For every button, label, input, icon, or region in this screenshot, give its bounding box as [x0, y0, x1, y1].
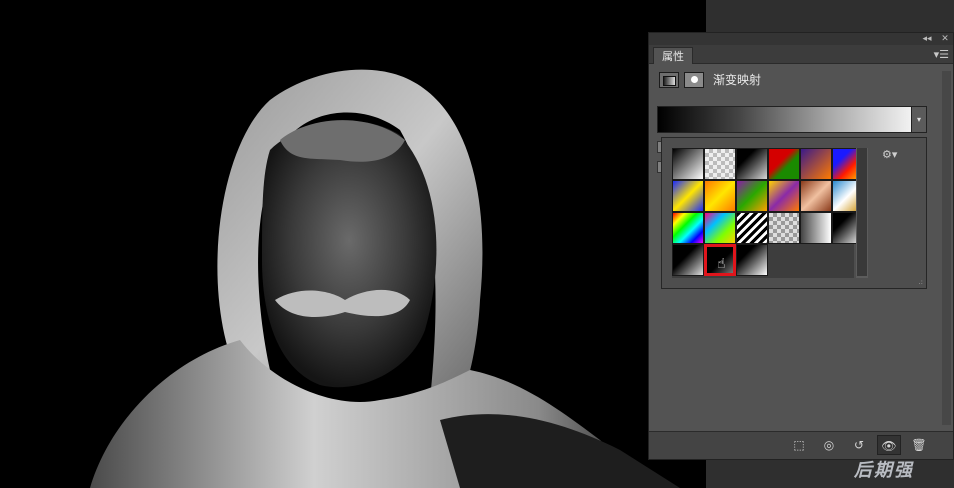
clip-to-layer-icon[interactable]: ⬚	[787, 435, 811, 455]
gradient-swatch-spectrum[interactable]	[672, 212, 704, 244]
gradient-swatch-red-green[interactable]	[768, 148, 800, 180]
properties-header: 渐变映射	[659, 70, 939, 92]
adjustment-title: 渐变映射	[713, 73, 762, 87]
portrait-photo	[0, 0, 706, 488]
gradient-map-adjustment-icon[interactable]	[659, 72, 679, 88]
hand-cursor-icon: ☝	[717, 256, 726, 272]
gradient-swatch-transparent-stripes[interactable]	[736, 212, 768, 244]
panel-bottom-toolbar: ⬚ ◎ ↺ 👁 🗑	[649, 431, 953, 459]
properties-panel: ◂◂ ✕ 属性 ▾☰ 渐变映射 ▾ ☝ ⚙▾ .: ⬚ ◎ ↺ 👁 🗑	[648, 32, 954, 460]
trash-delete-icon[interactable]: 🗑	[907, 435, 931, 455]
gradient-swatch-grid: ☝	[672, 148, 864, 276]
gradient-swatch-black-selected[interactable]: ☝	[704, 244, 736, 276]
gradient-swatch-checker-gray[interactable]	[768, 212, 800, 244]
reset-icon[interactable]: ↺	[847, 435, 871, 455]
watermark-logo: 后期强	[854, 460, 914, 481]
gradient-swatch-transparent-rainbow[interactable]	[704, 212, 736, 244]
close-icon[interactable]: ✕	[939, 33, 951, 45]
gradient-swatch-black-white[interactable]	[672, 148, 704, 180]
panel-title-bar[interactable]: ◂◂ ✕	[649, 33, 953, 45]
gradient-swatch-black-gray[interactable]	[672, 244, 704, 276]
panel-scrollbar[interactable]	[942, 71, 951, 425]
gradient-swatch-area: ☝	[672, 148, 864, 278]
document-canvas[interactable]	[0, 0, 706, 488]
gradient-swatch-blue-yellow-blue[interactable]	[672, 180, 704, 212]
resize-grip-icon[interactable]: .:	[918, 278, 923, 286]
gradient-swatch-checker-transparent[interactable]	[704, 148, 736, 180]
gear-icon[interactable]: ⚙▾	[882, 148, 897, 162]
gradient-swatch-yellow-violet-orange[interactable]	[768, 180, 800, 212]
eye-visibility-icon[interactable]: 👁	[877, 435, 901, 455]
panel-menu-icon[interactable]: ▾☰	[934, 47, 949, 62]
picker-scrollbar[interactable]	[856, 148, 868, 278]
tab-properties[interactable]: 属性	[653, 47, 693, 64]
photoshop-workspace: ◂◂ ✕ 属性 ▾☰ 渐变映射 ▾ ☝ ⚙▾ .: ⬚ ◎ ↺ 👁 🗑 后期强	[0, 0, 954, 488]
gradient-swatch-gray-white[interactable]	[800, 212, 832, 244]
gradient-swatch-violet-green-orange[interactable]	[736, 180, 768, 212]
collapse-icon[interactable]: ◂◂	[921, 33, 933, 45]
gradient-swatch-white-black[interactable]	[736, 244, 768, 276]
gradient-picker-popup: ☝ ⚙▾ .:	[661, 137, 927, 289]
gradient-preview-bar[interactable]	[657, 106, 927, 133]
gradient-swatch-black-transparent[interactable]	[736, 148, 768, 180]
panel-tab-bar: 属性 ▾☰	[649, 45, 953, 64]
gradient-dropdown-arrow-icon[interactable]: ▾	[911, 106, 927, 133]
gradient-swatch-orange-yellow-orange[interactable]	[704, 180, 736, 212]
gradient-swatch-copper[interactable]	[800, 180, 832, 212]
picker-scroll-thumb[interactable]	[857, 148, 867, 276]
view-previous-state-icon[interactable]: ◎	[817, 435, 841, 455]
layer-mask-icon[interactable]	[684, 72, 704, 88]
gradient-swatch-violet-orange[interactable]	[800, 148, 832, 180]
